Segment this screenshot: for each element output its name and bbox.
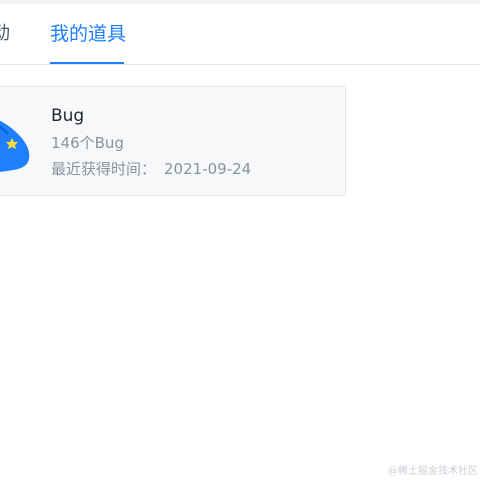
watermark: @稀土掘金技术社区: [388, 466, 478, 477]
prop-date: 最近获得时间： 2021-09-24: [51, 160, 251, 178]
prop-name: Bug: [51, 106, 85, 126]
prop-date-label: 最近获得时间：: [51, 160, 157, 178]
prop-date-value: 2021-09-24: [164, 160, 252, 178]
top-strip: [0, 0, 480, 4]
bug-badge-icon: < </>: [0, 120, 30, 172]
tab-activity[interactable]: 动: [0, 22, 10, 46]
tab-my-props[interactable]: 我的道具: [50, 22, 126, 46]
prop-count: 146个Bug: [51, 134, 124, 152]
tabs-divider: [0, 64, 480, 65]
